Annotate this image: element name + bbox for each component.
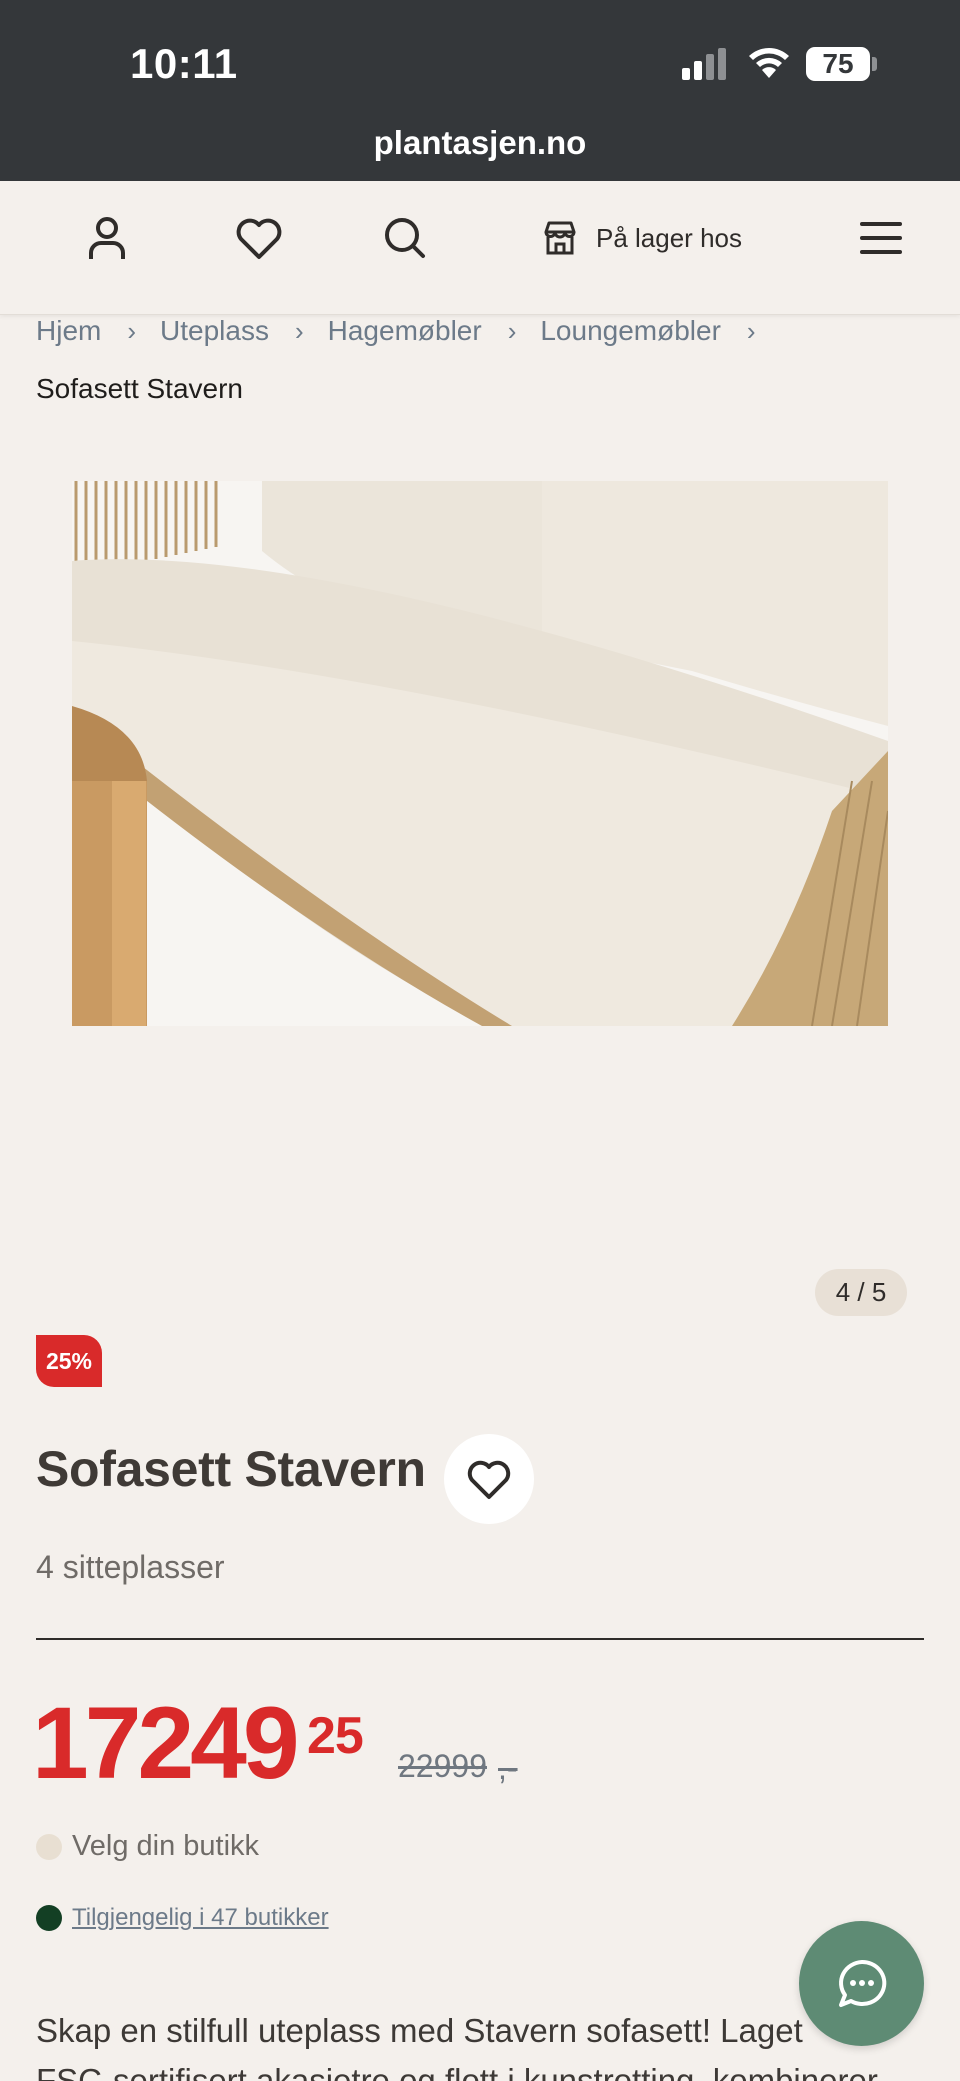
discount-badge: 25% — [36, 1335, 102, 1387]
breadcrumb-current: Sofasett Stavern — [36, 373, 244, 404]
battery-indicator: 75 — [806, 47, 870, 81]
status-time: 10:11 — [130, 40, 238, 87]
product-title: Sofasett Stavern — [36, 1441, 426, 1497]
browser-chrome: 10:11 75 plantasjen.no — [0, 0, 960, 181]
original-price-suffix: ,- — [498, 1750, 518, 1786]
account-icon[interactable] — [80, 211, 134, 265]
store-icon — [544, 221, 576, 255]
chevron-right-icon: › — [294, 316, 304, 346]
url-bar[interactable]: plantasjen.no — [0, 124, 960, 162]
availability-dot — [36, 1905, 62, 1931]
divider — [36, 1638, 924, 1640]
breadcrumb: Hjem › Uteplass › Hagemøbler › Loungemøb… — [36, 312, 936, 408]
chevron-right-icon: › — [127, 316, 137, 346]
chevron-right-icon: › — [746, 316, 756, 346]
product-image[interactable] — [72, 481, 888, 1026]
cellular-signal-icon — [682, 48, 726, 80]
breadcrumb-link-hjem[interactable]: Hjem — [36, 312, 101, 350]
add-to-favorites-button[interactable] — [444, 1434, 534, 1524]
product-description: Skap en stilfull uteplass med Stavern so… — [36, 2006, 936, 2081]
choose-store-label: Velg din butikk — [72, 1830, 260, 1862]
product-subtitle: 4 sitteplasser — [36, 1549, 225, 1585]
availability-label: Tilgjengelig i 47 butikker — [72, 1904, 329, 1931]
gallery-counter: 4 / 5 — [815, 1269, 907, 1316]
current-price: 17249 — [32, 1686, 300, 1800]
description-line: Skap en stilfull uteplass med Stavern so… — [36, 2012, 803, 2049]
store-selector-label: På lager hos — [596, 222, 742, 253]
chat-icon — [838, 1959, 886, 2007]
heart-icon[interactable] — [232, 211, 286, 265]
original-price: 22999 — [398, 1748, 487, 1784]
description-line: FSC-sertifisert akasietre og flott i kun… — [36, 2062, 878, 2081]
store-status-dot — [36, 1833, 62, 1860]
choose-store-link[interactable]: Velg din butikk — [36, 1830, 259, 1863]
chat-button[interactable] — [799, 1921, 924, 2046]
breadcrumb-link-hagemobler[interactable]: Hagemøbler — [328, 312, 482, 350]
heart-icon — [467, 1460, 511, 1499]
wifi-icon — [749, 48, 789, 78]
store-selector-button[interactable]: På lager hos — [540, 213, 742, 263]
current-price-cents: 25 — [307, 1707, 364, 1765]
breadcrumb-link-uteplass[interactable]: Uteplass — [160, 312, 269, 350]
chevron-right-icon: › — [507, 316, 517, 346]
search-icon[interactable] — [378, 211, 432, 265]
availability-link[interactable]: Tilgjengelig i 47 butikker — [36, 1904, 329, 1932]
site-header: På lager hos — [0, 181, 960, 315]
battery-tip — [872, 57, 877, 71]
menu-icon[interactable] — [854, 211, 908, 265]
breadcrumb-link-loungemobler[interactable]: Loungemøbler — [540, 312, 721, 350]
sofa-photo — [72, 481, 888, 1026]
